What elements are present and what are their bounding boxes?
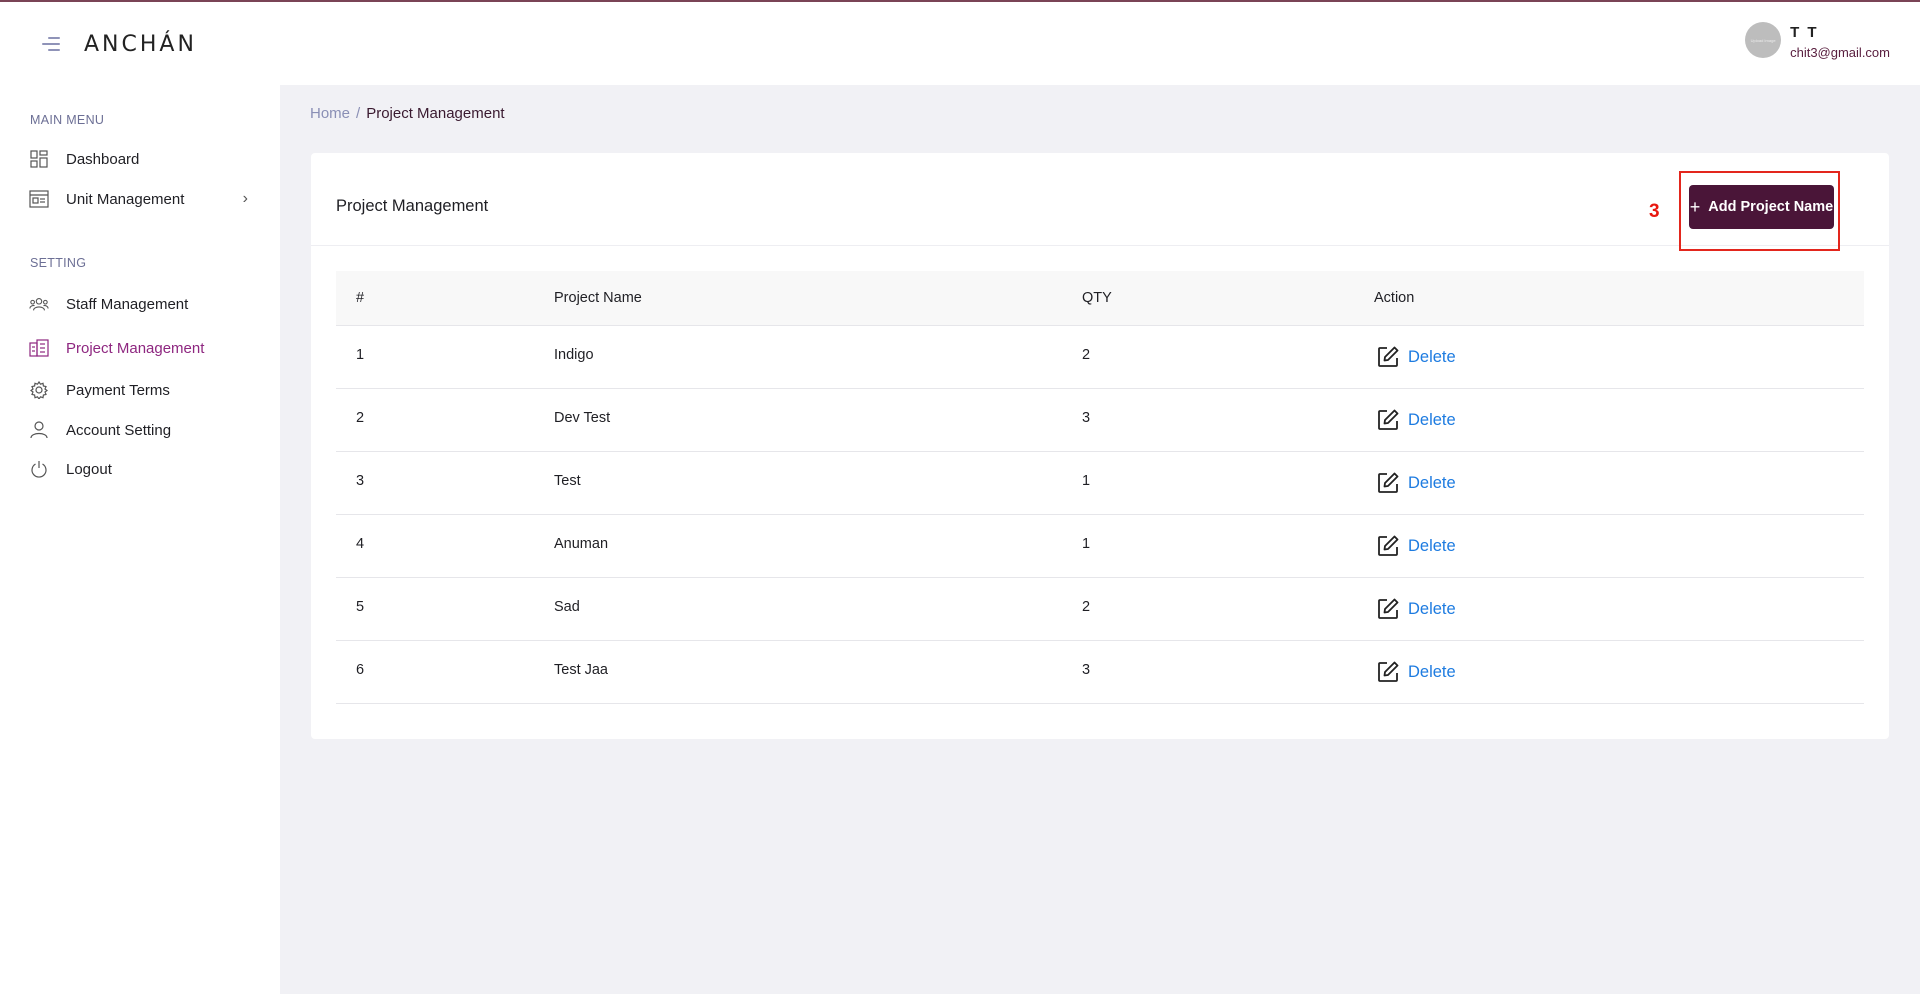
- qty-cell: 1: [1082, 473, 1091, 489]
- breadcrumb-current: Project Management: [366, 105, 505, 122]
- delete-link[interactable]: Delete: [1408, 348, 1456, 367]
- qty-cell: 1: [1082, 536, 1091, 552]
- edit-icon[interactable]: [1376, 597, 1400, 621]
- avatar[interactable]: Upload Image: [1745, 22, 1782, 58]
- app-logo[interactable]: ANCHÁN: [84, 32, 197, 57]
- project-name-cell: Test: [554, 473, 581, 489]
- sidebar-item-dashboard[interactable]: Dashboard: [0, 143, 280, 175]
- setting-heading: SETTING: [30, 256, 87, 270]
- row-actions: Delete: [1376, 345, 1456, 369]
- qty-cell: 3: [1082, 410, 1091, 426]
- project-name-cell: Test Jaa: [554, 662, 608, 678]
- sidebar-item-unit-management[interactable]: Unit Management ›: [0, 183, 280, 215]
- table-row: 3 Test 1 Delete: [336, 452, 1864, 515]
- qty-cell: 2: [1082, 347, 1091, 363]
- table-row: 1 Indigo 2 Delete: [336, 326, 1864, 389]
- plus-icon: +: [1689, 197, 1701, 217]
- project-name-cell: Indigo: [554, 347, 594, 363]
- qty-cell: 3: [1082, 662, 1091, 678]
- sidebar-item-logout[interactable]: Logout: [0, 453, 280, 485]
- row-actions: Delete: [1376, 660, 1456, 684]
- top-header: ANCHÁN Upload Image T T chit3@gmail.com: [0, 2, 1920, 85]
- add-button-label: Add Project Name: [1708, 199, 1834, 215]
- delete-link[interactable]: Delete: [1408, 600, 1456, 619]
- sidebar-item-label: Project Management: [66, 339, 205, 357]
- delete-link[interactable]: Delete: [1408, 411, 1456, 430]
- step-number-annotation: 3: [1649, 201, 1660, 222]
- row-actions: Delete: [1376, 471, 1456, 495]
- add-project-name-button[interactable]: + Add Project Name: [1689, 185, 1834, 229]
- power-icon: [29, 459, 49, 479]
- sidebar-item-label: Payment Terms: [66, 381, 170, 399]
- page-title: Project Management: [336, 197, 489, 215]
- delete-link[interactable]: Delete: [1408, 663, 1456, 682]
- sidebar-item-label: Dashboard: [66, 150, 140, 168]
- row-number: 2: [356, 410, 365, 426]
- main-menu-heading: MAIN MENU: [30, 113, 105, 127]
- table-row: 6 Test Jaa 3 Delete: [336, 641, 1864, 704]
- sidebar-item-label: Account Setting: [66, 421, 172, 439]
- row-number: 1: [356, 347, 365, 363]
- edit-icon[interactable]: [1376, 471, 1400, 495]
- edit-icon[interactable]: [1376, 660, 1400, 684]
- chevron-right-icon: ›: [242, 190, 248, 207]
- breadcrumb-separator: /: [356, 105, 361, 122]
- gear-icon: [29, 380, 49, 400]
- dashboard-icon: [29, 149, 49, 169]
- row-number: 5: [356, 599, 365, 615]
- table-row: 5 Sad 2 Delete: [336, 578, 1864, 641]
- edit-icon[interactable]: [1376, 408, 1400, 432]
- sidebar-item-account-setting[interactable]: Account Setting: [0, 414, 280, 446]
- user-name: T T: [1790, 24, 1819, 41]
- edit-icon[interactable]: [1376, 534, 1400, 558]
- row-actions: Delete: [1376, 597, 1456, 621]
- row-number: 3: [356, 473, 365, 489]
- user-email: chit3@gmail.com: [1790, 45, 1890, 60]
- qty-cell: 2: [1082, 599, 1091, 615]
- edit-icon[interactable]: [1376, 345, 1400, 369]
- card-header: Project Management 3 + Add Project Name: [311, 153, 1889, 251]
- sidebar-item-payment-terms[interactable]: Payment Terms: [0, 374, 280, 406]
- column-header-project-name: Project Name: [554, 290, 642, 306]
- project-name-cell: Anuman: [554, 536, 609, 552]
- column-header-number: #: [356, 290, 365, 306]
- delete-link[interactable]: Delete: [1408, 474, 1456, 493]
- user-profile[interactable]: Upload Image T T chit3@gmail.com: [1745, 22, 1890, 62]
- column-header-action: Action: [1374, 290, 1415, 306]
- sidebar-item-label: Logout: [66, 460, 112, 478]
- sidebar: MAIN MENU Dashboard Unit Management › SE…: [0, 85, 280, 994]
- row-actions: Delete: [1376, 408, 1456, 432]
- hamburger-menu-icon[interactable]: [40, 36, 60, 52]
- projects-table: # Project Name QTY Action 1 Indigo 2 Del…: [336, 271, 1864, 704]
- project-name-cell: Dev Test: [554, 410, 611, 426]
- row-number: 4: [356, 536, 365, 552]
- delete-link[interactable]: Delete: [1408, 537, 1456, 556]
- breadcrumb-home-link[interactable]: Home: [310, 105, 350, 122]
- breadcrumb: Home / Project Management: [310, 105, 505, 122]
- row-number: 6: [356, 662, 365, 678]
- user-icon: [29, 420, 49, 440]
- sidebar-item-label: Staff Management: [66, 295, 189, 313]
- table-header: # Project Name QTY Action: [336, 271, 1864, 326]
- sidebar-item-label: Unit Management: [66, 190, 185, 208]
- project-management-card: Project Management 3 + Add Project Name …: [311, 153, 1889, 739]
- project-name-cell: Sad: [554, 599, 580, 615]
- unit-icon: [29, 189, 49, 209]
- sidebar-item-project-management[interactable]: Project Management: [0, 332, 280, 364]
- staff-icon: [29, 294, 49, 314]
- column-header-qty: QTY: [1082, 290, 1112, 306]
- sidebar-item-staff-management[interactable]: Staff Management: [0, 288, 280, 320]
- table-row: 4 Anuman 1 Delete: [336, 515, 1864, 578]
- row-actions: Delete: [1376, 534, 1456, 558]
- table-row: 2 Dev Test 3 Delete: [336, 389, 1864, 452]
- project-icon: [29, 338, 49, 358]
